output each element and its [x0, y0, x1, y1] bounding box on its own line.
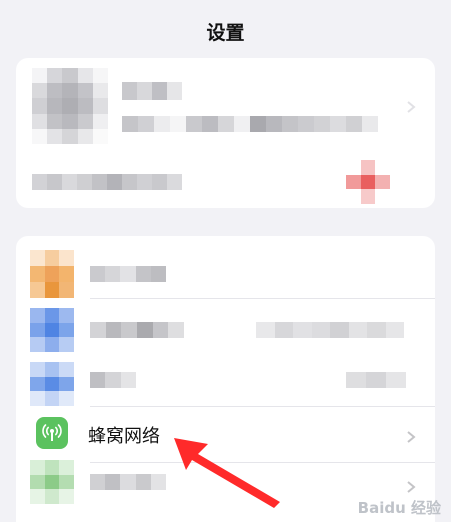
chevron-right-icon	[405, 478, 417, 493]
watermark: Baidu 经验	[357, 499, 441, 517]
list-item[interactable]	[16, 240, 435, 298]
annotation-arrow-icon	[174, 438, 280, 508]
list-item-label	[90, 372, 136, 388]
page-title: 设置	[206, 22, 245, 44]
chevron-right-icon	[405, 428, 417, 443]
list-item-label	[90, 266, 166, 282]
list-item[interactable]	[16, 354, 435, 408]
notification-badge	[346, 160, 390, 204]
list-item-value	[256, 322, 404, 338]
list-item-label	[90, 322, 184, 338]
antenna-icon	[36, 417, 68, 449]
list-item-label	[90, 474, 166, 490]
blue-app-icon	[30, 308, 74, 352]
profile-name	[122, 82, 182, 100]
orange-app-icon	[30, 250, 74, 298]
list-item-value	[346, 372, 406, 388]
profile-card[interactable]	[16, 58, 435, 208]
profile-detail	[32, 174, 182, 190]
avatar	[32, 68, 108, 144]
chevron-right-icon	[405, 98, 417, 113]
blue-app-icon	[30, 362, 74, 406]
profile-subtitle	[122, 116, 378, 132]
green-app-icon	[30, 460, 74, 504]
cellular-label: 蜂窝网络	[88, 426, 160, 447]
list-item[interactable]	[16, 304, 435, 358]
